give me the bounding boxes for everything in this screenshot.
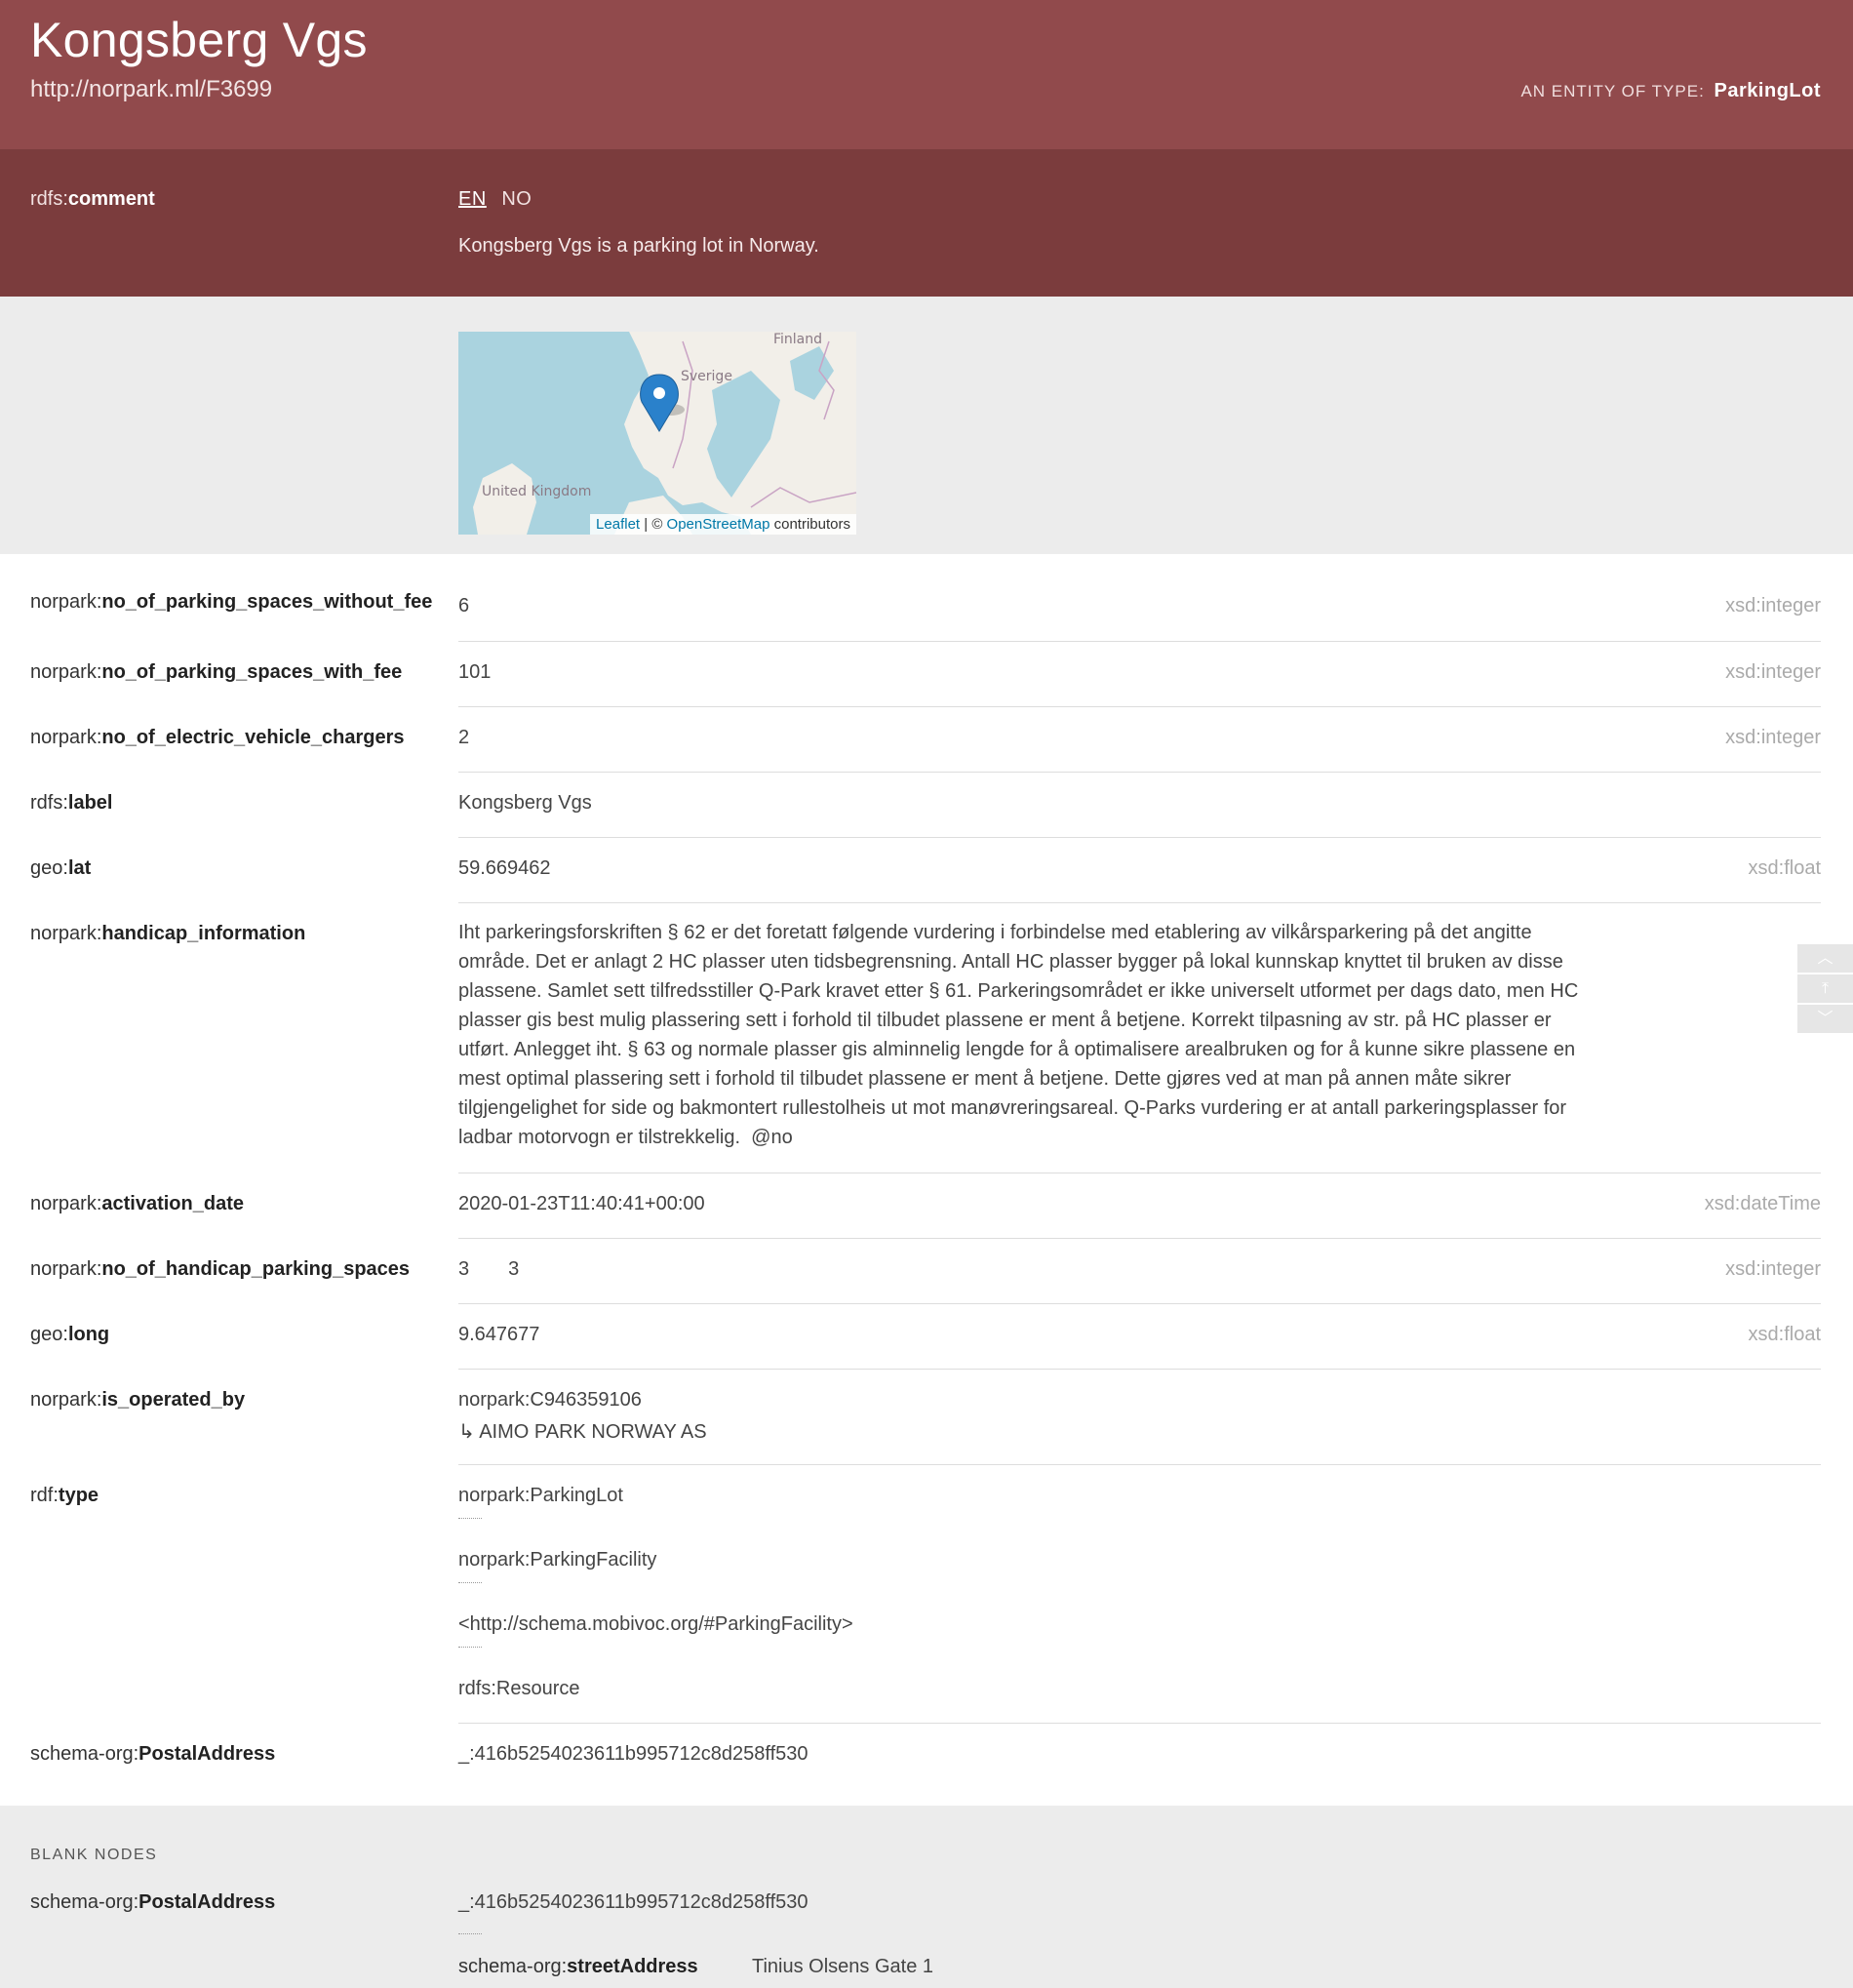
property-row: geo:long 9.647677 xsd:float [0, 1304, 1853, 1370]
language-tag: @no [751, 1127, 793, 1148]
entity-type-link[interactable]: ParkingLot [1715, 80, 1821, 101]
property-value: 9.647677 [458, 1324, 540, 1345]
blank-node-link[interactable]: _:416b5254023611b995712c8d258ff530 [458, 1743, 808, 1766]
map-tiles: Finland Sverige United Kingdom [458, 332, 856, 535]
property-row: rdfs:label Kongsberg Vgs [0, 773, 1853, 838]
blank-nodes-section: BLANK NODES schema-org:PostalAddress _:4… [0, 1806, 1853, 1988]
property-row: rdf:type norpark:ParkingLot norpark:Park… [0, 1465, 1853, 1724]
property-value: 33 [458, 1258, 520, 1280]
page-header: Kongsberg Vgs http://norpark.ml/F3699 AN… [0, 0, 1853, 149]
property-row: norpark:no_of_electric_vehicle_chargers … [0, 707, 1853, 773]
property-name: rdfs:label [30, 792, 113, 814]
blank-node-property: schema-org:PostalAddress [30, 1891, 276, 1913]
language-tabs: EN NO [458, 188, 541, 211]
type-link[interactable]: norpark:ParkingFacility [458, 1549, 656, 1571]
property-name: schema-org:PostalAddress [30, 1743, 276, 1765]
operator-link[interactable]: norpark:C946359106 [458, 1389, 642, 1411]
property-name: norpark:no_of_parking_spaces_with_fee [30, 661, 403, 683]
street-address-value: Tinius Olsens Gate 1 [752, 1956, 934, 1977]
comment-section: rdfs:comment EN NO Kongsberg Vgs is a pa… [0, 149, 1853, 297]
scroll-down-icon[interactable]: ﹀ [1797, 1005, 1853, 1033]
attribution-suffix: contributors [769, 516, 850, 533]
property-name: rdf:type [30, 1485, 99, 1506]
street-address-property: schema-org:streetAddress [458, 1956, 698, 1977]
scroll-up-icon[interactable]: ︿ [1797, 944, 1853, 973]
property-name: norpark:handicap_information [30, 923, 306, 944]
operator-label: ↳ AIMO PARK NORWAY AS [458, 1421, 707, 1443]
property-name: norpark:is_operated_by [30, 1389, 246, 1411]
datatype-link[interactable]: xsd:integer [1725, 661, 1821, 684]
value-separator [458, 1518, 482, 1519]
map-attribution: Leaflet | © OpenStreetMap contributors [590, 514, 856, 535]
openstreetmap-link[interactable]: OpenStreetMap [667, 516, 770, 533]
property-value: 101 [458, 661, 492, 683]
property-value: 2020-01-23T11:40:41+00:00 [458, 1193, 705, 1214]
datatype-link[interactable]: xsd:float [1749, 1324, 1821, 1346]
property-name: norpark:no_of_electric_vehicle_chargers [30, 727, 405, 748]
property-name: norpark:activation_date [30, 1193, 244, 1214]
comment-property: rdfs:comment [30, 188, 155, 211]
property-row: norpark:is_operated_by norpark:C94635910… [0, 1370, 1853, 1465]
property-row: norpark:no_of_parking_spaces_without_fee… [0, 554, 1853, 642]
type-link[interactable]: norpark:ParkingLot [458, 1485, 623, 1507]
entity-type-label: AN ENTITY OF TYPE: [1520, 82, 1705, 100]
property-row: norpark:handicap_information Iht parkeri… [0, 903, 1853, 1173]
datatype-link[interactable]: xsd:dateTime [1705, 1193, 1821, 1215]
blank-nodes-heading: BLANK NODES [30, 1847, 158, 1863]
type-link[interactable]: rdfs:Resource [458, 1678, 580, 1700]
type-link[interactable]: <http://schema.mobivoc.org/#ParkingFacil… [458, 1613, 853, 1636]
scroll-top-icon[interactable]: ⤒ [1797, 974, 1853, 1003]
entity-type: AN ENTITY OF TYPE: ParkingLot [1520, 80, 1821, 102]
property-value: 59.669462 [458, 857, 551, 879]
leaflet-link[interactable]: Leaflet [596, 516, 640, 533]
property-name: norpark:no_of_handicap_parking_spaces [30, 1258, 411, 1280]
value-separator [458, 1933, 482, 1934]
map-section: Finland Sverige United Kingdom Leaflet |… [0, 297, 1853, 554]
map-label-finland: Finland [773, 332, 822, 347]
map-label-uk: United Kingdom [482, 484, 591, 499]
property-name: geo:lat [30, 857, 92, 879]
property-row: norpark:activation_date 2020-01-23T11:40… [0, 1173, 1853, 1239]
property-value: Kongsberg Vgs [458, 792, 592, 814]
datatype-link[interactable]: xsd:integer [1725, 1258, 1821, 1281]
property-value: Iht parkeringsforskriften § 62 er det fo… [458, 918, 1580, 1152]
comment-prefix: rdfs: [30, 188, 68, 210]
value-separator [458, 1582, 482, 1583]
property-row: schema-org:PostalAddress _:416b525402361… [0, 1724, 1853, 1806]
datatype-link[interactable]: xsd:integer [1725, 595, 1821, 617]
location-map[interactable]: Finland Sverige United Kingdom Leaflet |… [458, 332, 856, 535]
page-title: Kongsberg Vgs [30, 13, 368, 67]
scroll-navigation: ︿ ⤒ ﹀ [1797, 944, 1853, 1035]
datatype-link[interactable]: xsd:float [1749, 857, 1821, 880]
lang-tab-en[interactable]: EN [458, 188, 487, 210]
lang-tab-no[interactable]: NO [501, 188, 532, 210]
blank-node-id: _:416b5254023611b995712c8d258ff530 [458, 1891, 808, 1913]
property-row: geo:lat 59.669462 xsd:float [0, 838, 1853, 903]
attribution-separator: | © [640, 516, 667, 533]
map-label-sverige: Sverige [681, 369, 732, 384]
property-name: norpark:no_of_parking_spaces_without_fee [30, 591, 433, 613]
comment-value: Kongsberg Vgs is a parking lot in Norway… [458, 235, 819, 257]
datatype-link[interactable]: xsd:integer [1725, 727, 1821, 749]
property-value: 6 [458, 595, 470, 616]
comment-name: comment [67, 188, 155, 210]
property-value: 2 [458, 727, 470, 748]
handicap-text: Iht parkeringsforskriften § 62 er det fo… [458, 922, 1579, 1148]
value-separator [458, 1647, 482, 1648]
property-row: norpark:no_of_handicap_parking_spaces 33… [0, 1239, 1853, 1304]
property-name: geo:long [30, 1324, 110, 1345]
property-row: norpark:no_of_parking_spaces_with_fee 10… [0, 642, 1853, 707]
entity-uri-link[interactable]: http://norpark.ml/F3699 [30, 76, 272, 103]
